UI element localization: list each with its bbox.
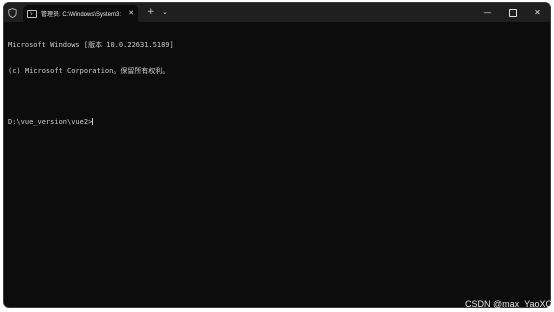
console-prompt-line[interactable]: D:\vue_version\vue2> [8, 117, 546, 127]
new-tab-icon[interactable]: + [147, 7, 155, 17]
watermark: CSDN @max_YaoXC [465, 299, 552, 309]
tab-close-icon[interactable]: ✕ [128, 8, 134, 18]
tab-command-prompt[interactable]: 管理员: C:\Windows\System3: ✕ [23, 5, 138, 22]
chevron-down-icon[interactable]: ⌄ [162, 7, 168, 17]
text-cursor [92, 117, 94, 125]
title-bar[interactable]: 管理员: C:\Windows\System3: ✕ + ⌄ — ✕ [4, 3, 550, 22]
console-output[interactable]: Microsoft Windows [版本 10.0.22631.5189] (… [8, 24, 546, 303]
minimize-icon[interactable]: — [475, 3, 500, 22]
close-icon[interactable]: ✕ [525, 3, 550, 22]
terminal-icon [27, 9, 37, 18]
console-line-copyright: (c) Microsoft Corporation。保留所有权利。 [8, 66, 170, 75]
console-prompt: D:\vue_version\vue2> [8, 117, 93, 126]
shield-icon [7, 7, 18, 18]
maximize-icon[interactable] [500, 3, 525, 22]
tab-title: 管理员: C:\Windows\System3: [41, 12, 122, 18]
console-line-version: Microsoft Windows [版本 10.0.22631.5189] [8, 41, 174, 49]
terminal-window: 管理员: C:\Windows\System3: ✕ + ⌄ — ✕ Micro… [3, 2, 551, 308]
